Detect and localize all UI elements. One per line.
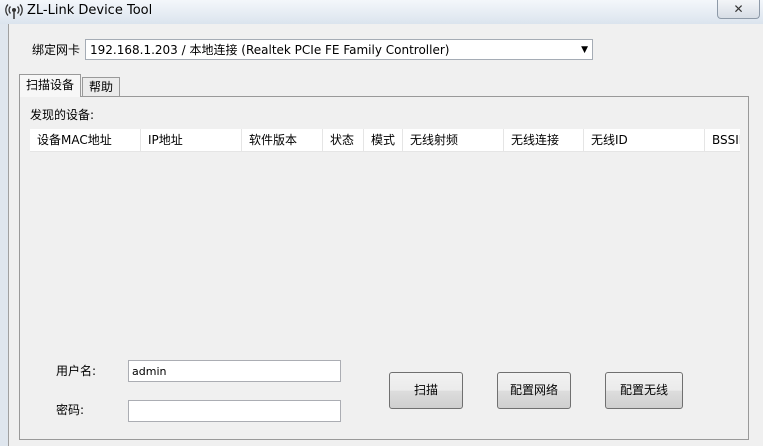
- title-bar: ZL-Link Device Tool ✕: [0, 0, 763, 24]
- column-header-bssid[interactable]: BSSID: [705, 129, 740, 151]
- nic-label: 绑定网卡: [32, 43, 81, 57]
- username-label: 用户名:: [56, 364, 97, 378]
- device-table-header: 设备MAC地址 IP地址 软件版本 状态 模式 无线射频 无线连接 无线ID B…: [30, 129, 740, 152]
- password-label: 密码:: [56, 403, 85, 417]
- close-button[interactable]: ✕: [717, 0, 760, 19]
- column-header-status[interactable]: 状态: [323, 129, 364, 151]
- main-window: 绑定网卡 192.168.1.203 / 本地连接 (Realtek PCIe …: [8, 24, 763, 446]
- dropdown-arrow-icon: ▼: [581, 45, 588, 55]
- column-header-wireless-conn[interactable]: 无线连接: [504, 129, 584, 151]
- window-title: ZL-Link Device Tool: [27, 3, 153, 18]
- column-header-mac[interactable]: 设备MAC地址: [30, 129, 141, 151]
- tab-scan-devices[interactable]: 扫描设备: [19, 74, 81, 97]
- scan-panel: 发现的设备: 设备MAC地址 IP地址 软件版本 状态 模式 无线射频 无线连接…: [19, 96, 749, 440]
- password-input[interactable]: [128, 400, 341, 422]
- username-input[interactable]: [128, 360, 341, 382]
- nic-select-value: 192.168.1.203 / 本地连接 (Realtek PCIe FE Fa…: [90, 43, 450, 57]
- tab-help[interactable]: 帮助: [82, 77, 120, 97]
- column-header-wireless-id[interactable]: 无线ID: [584, 129, 705, 151]
- scan-button[interactable]: 扫描: [389, 372, 463, 409]
- config-wireless-button[interactable]: 配置无线: [605, 372, 683, 409]
- nic-select[interactable]: 192.168.1.203 / 本地连接 (Realtek PCIe FE Fa…: [85, 39, 593, 60]
- column-header-radio[interactable]: 无线射频: [403, 129, 504, 151]
- column-header-ip[interactable]: IP地址: [141, 129, 242, 151]
- device-list[interactable]: [30, 152, 740, 352]
- column-header-version[interactable]: 软件版本: [242, 129, 323, 151]
- close-icon: ✕: [733, 2, 744, 16]
- antenna-icon: [5, 4, 23, 19]
- config-network-button[interactable]: 配置网络: [497, 372, 571, 409]
- found-devices-label: 发现的设备:: [30, 108, 95, 122]
- column-header-mode[interactable]: 模式: [364, 129, 403, 151]
